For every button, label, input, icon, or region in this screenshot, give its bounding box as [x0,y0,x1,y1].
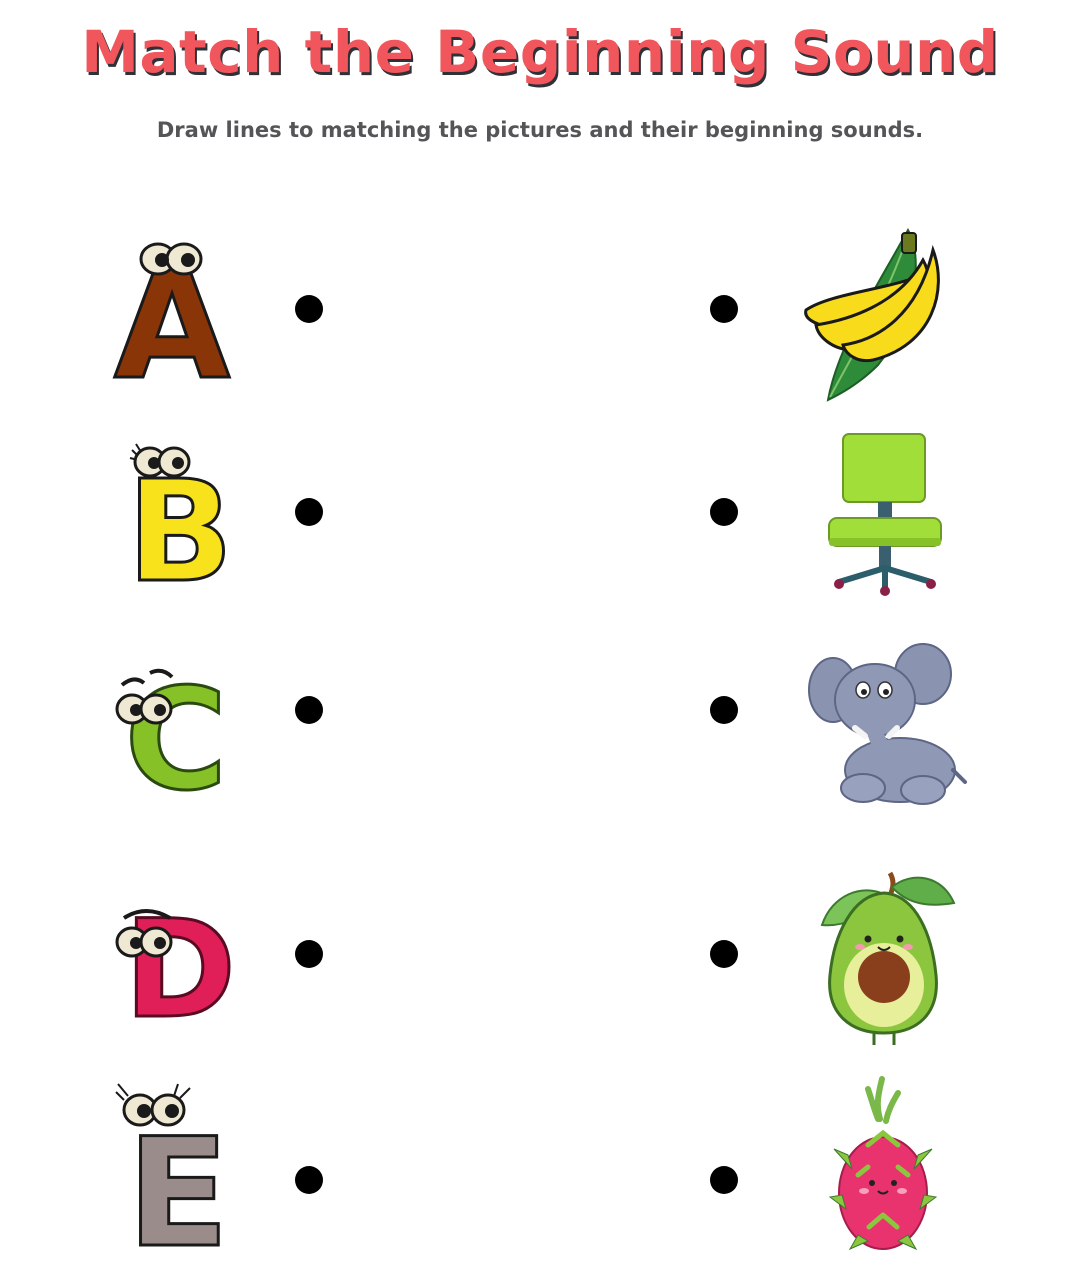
letter-d-character: D [115,890,238,1050]
left-dot-c[interactable] [295,696,323,724]
worksheet-instructions: Draw lines to matching the pictures and … [156,118,924,142]
letter-a-character: A [112,238,231,415]
left-dot-b[interactable] [295,498,323,526]
letter-c-character: C [115,658,229,824]
avocado-icon [820,871,956,1045]
chair-icon [828,433,942,596]
letter-e-character: E [115,1083,231,1271]
right-dot-elephant[interactable] [710,696,738,724]
left-dot-a[interactable] [295,295,323,323]
elephant-icon [808,643,967,805]
right-dot-banana[interactable] [710,295,738,323]
eyes-icon [139,242,203,276]
letter-b-character: B [125,443,235,616]
eyes-icon [115,1083,191,1127]
left-dot-e[interactable] [295,1166,323,1194]
right-dot-chair[interactable] [710,498,738,526]
letter-c-glyph: C [125,659,228,822]
worksheet-title: Match the Beginning Sound [81,18,999,86]
right-dot-dragon-fruit[interactable] [710,1166,738,1194]
right-dot-avocado[interactable] [710,940,738,968]
left-dot-d[interactable] [295,940,323,968]
eyes-icon [129,443,191,478]
dragon-fruit-icon [828,1076,938,1251]
banana-icon [804,227,940,402]
letter-d-glyph: D [124,891,236,1048]
letter-e-glyph: E [127,1107,229,1271]
